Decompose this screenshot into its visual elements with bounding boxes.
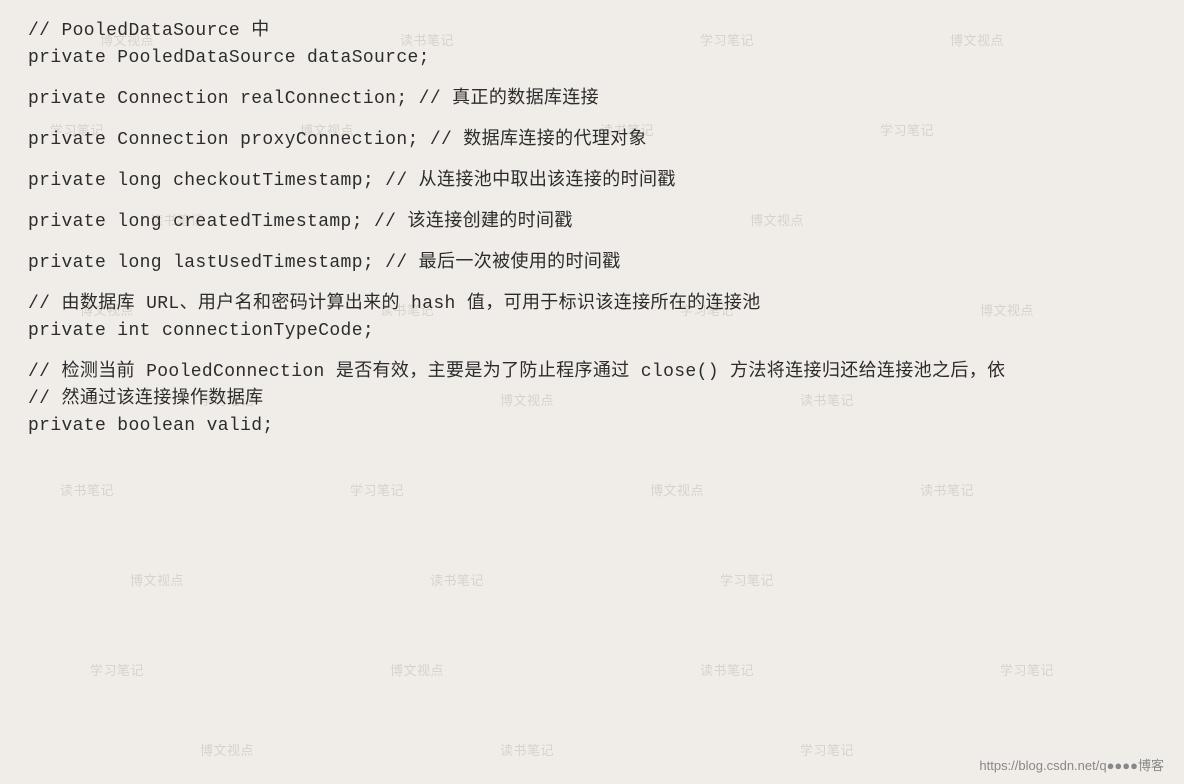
code-block: // PooledDataSource 中private PooledDataS… — [28, 18, 1156, 766]
code-line-line2: private PooledDataSource dataSource; — [28, 45, 1156, 72]
code-line-line17: // 检测当前 PooledConnection 是否有效，主要是为了防止程序通… — [28, 359, 1156, 386]
code-line-line15: private int connectionTypeCode; — [28, 318, 1156, 345]
code-line-line4: private Connection realConnection; // 真正… — [28, 86, 1156, 113]
code-empty-line — [28, 236, 1156, 250]
code-line-line14: // 由数据库 URL、用户名和密码计算出来的 hash 值，可用于标识该连接所… — [28, 291, 1156, 318]
code-line-line18: // 然通过该连接操作数据库 — [28, 386, 1156, 413]
footer-link[interactable]: https://blog.csdn.net/q●●●●博客 — [979, 755, 1164, 774]
code-line-line1: // PooledDataSource 中 — [28, 18, 1156, 45]
footer-url: https://blog.csdn.net/q●●●●博客 — [979, 758, 1164, 773]
code-empty-line — [28, 345, 1156, 359]
code-empty-line — [28, 195, 1156, 209]
code-empty-line — [28, 277, 1156, 291]
code-line-line8: private long checkoutTimestamp; // 从连接池中… — [28, 168, 1156, 195]
code-line-line19: private boolean valid; — [28, 413, 1156, 440]
code-line-line6: private Connection proxyConnection; // 数… — [28, 127, 1156, 154]
code-empty-line — [28, 72, 1156, 86]
code-line-line10: private long createdTimestamp; // 该连接创建的… — [28, 209, 1156, 236]
code-empty-line — [28, 113, 1156, 127]
code-empty-line — [28, 154, 1156, 168]
code-container: 博文视点读书笔记学习笔记博文视点学习笔记博文视点读书笔记学习笔记读书笔记学习笔记… — [0, 0, 1184, 784]
code-line-line12: private long lastUsedTimestamp; // 最后一次被… — [28, 250, 1156, 277]
